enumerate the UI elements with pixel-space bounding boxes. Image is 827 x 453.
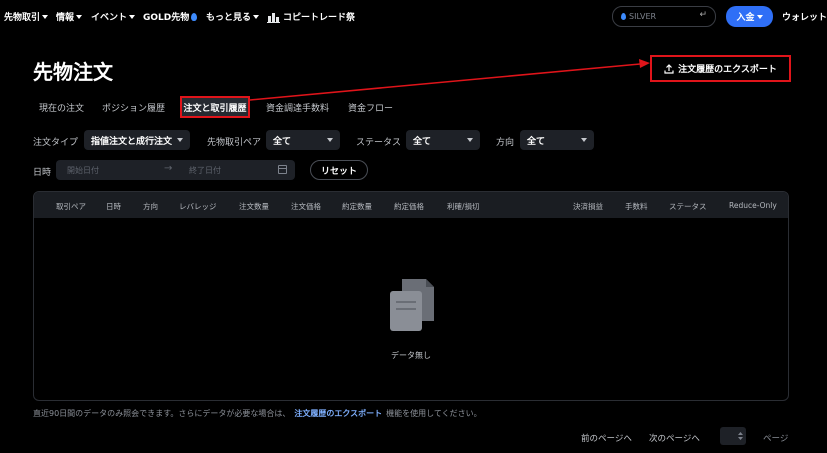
order-type-label: 注文タイプ (33, 138, 79, 148)
date-label: 日時 (33, 168, 52, 178)
nav-gold-label: GOLD先物 (143, 13, 190, 23)
direction-value: 全て (527, 136, 546, 147)
end-date-input[interactable]: 終了日付 (189, 165, 221, 176)
enter-icon: ↵ (699, 10, 707, 20)
tab-position-history[interactable]: ポジション履歴 (102, 101, 165, 114)
search-placeholder: SILVER (629, 12, 657, 21)
tab-order-trade-history[interactable]: 注文と取引履歴 (180, 96, 250, 118)
chevron-down-icon (581, 138, 587, 142)
column-header: ステータス (669, 202, 707, 211)
chevron-down-icon (76, 14, 83, 19)
nav-more-label: もっと見る (206, 13, 252, 23)
column-header: Reduce-Only (729, 201, 777, 210)
tab-funding-fees[interactable]: 資金調達手数料 (266, 101, 329, 114)
nav-info-label: 情報 (56, 13, 75, 23)
export-order-history-button[interactable]: 注文履歴のエクスポート (650, 55, 791, 82)
column-header: 約定価格 (394, 202, 424, 211)
chevron-down-icon (327, 138, 333, 142)
trophy-icon (267, 12, 280, 23)
chevron-down-icon (253, 14, 260, 19)
pair-value: 全て (273, 136, 292, 147)
order-type-select[interactable]: 指値注文と成行注文 (84, 130, 190, 150)
column-header: 日時 (106, 202, 121, 211)
nav-copy-trade-festival[interactable]: コピートレード祭 (267, 10, 355, 23)
date-range-picker[interactable]: 開始日付 → 終了日付 (56, 160, 295, 180)
upload-icon (664, 63, 674, 74)
status-label: ステータス (356, 138, 402, 148)
search-input[interactable]: SILVER ↵ (612, 6, 716, 27)
nav-futures[interactable]: 先物取引 (4, 10, 49, 23)
tab-fund-flow[interactable]: 資金フロー (348, 101, 393, 114)
empty-data-icon (390, 279, 434, 331)
top-navigation: 先物取引 情報 イベント GOLD先物 もっと見る コピートレード祭 SILVE… (0, 0, 827, 33)
nav-copy-trade-label: コピートレード祭 (283, 13, 356, 23)
droplet-icon (621, 13, 626, 20)
column-header: 利確/損切 (447, 202, 480, 211)
column-header: 約定数量 (342, 202, 372, 211)
nav-more[interactable]: もっと見る (206, 10, 260, 23)
column-header: 取引ペア (56, 202, 86, 211)
page-unit-label: ページ (763, 434, 789, 444)
column-header: 方向 (143, 202, 158, 211)
reset-button[interactable]: リセット (310, 160, 368, 180)
history-notice: 直近90日間のデータのみ照会できます。さらにデータが必要な場合は、 注文履歴のエク… (33, 408, 482, 419)
order-type-value: 指値注文と成行注文 (91, 136, 173, 147)
start-date-input[interactable]: 開始日付 (67, 165, 99, 176)
chevron-down-icon (756, 14, 763, 19)
status-value: 全て (413, 136, 432, 147)
column-header: レバレッジ (179, 202, 217, 211)
column-header: 注文数量 (239, 202, 269, 211)
chevron-down-icon (467, 138, 473, 142)
deposit-label: 入金 (736, 13, 755, 23)
nav-gold-futures[interactable]: GOLD先物 (143, 10, 198, 23)
orders-table: 取引ペア 日時 方向 レバレッジ 注文数量 注文価格 約定数量 約定価格 利確/… (33, 191, 789, 401)
stepper-icon[interactable] (738, 431, 743, 441)
wallet-link[interactable]: ウォレット (782, 10, 827, 23)
direction-select[interactable]: 全て (520, 130, 594, 150)
nav-futures-label: 先物取引 (4, 13, 41, 23)
notice-text-end: 機能を使用してください。 (386, 409, 482, 418)
arrow-right-icon: → (164, 163, 173, 174)
pair-label: 先物取引ペア (207, 138, 262, 148)
nav-events-label: イベント (91, 13, 128, 23)
chevron-down-icon (42, 14, 49, 19)
chevron-down-icon (129, 14, 136, 19)
column-header: 注文価格 (291, 202, 321, 211)
pair-select[interactable]: 全て (266, 130, 340, 150)
calendar-icon[interactable] (278, 165, 287, 174)
export-label: 注文履歴のエクスポート (678, 65, 777, 75)
chevron-down-icon (177, 138, 183, 142)
page-title: 先物注文 (33, 60, 113, 84)
droplet-icon (191, 12, 198, 21)
status-select[interactable]: 全て (406, 130, 480, 150)
nav-info[interactable]: 情報 (56, 10, 83, 23)
nav-events[interactable]: イベント (91, 10, 136, 23)
column-header: 手数料 (625, 202, 648, 211)
next-page-button[interactable]: 次のページへ (649, 432, 700, 444)
direction-label: 方向 (496, 138, 515, 148)
notice-text: 直近90日間のデータのみ照会できます。さらにデータが必要な場合は、 (33, 409, 291, 418)
table-header: 取引ペア 日時 方向 レバレッジ 注文数量 注文価格 約定数量 約定価格 利確/… (34, 192, 788, 218)
page-number-input[interactable] (720, 427, 746, 445)
export-history-link[interactable]: 注文履歴のエクスポート (294, 409, 382, 418)
prev-page-button[interactable]: 前のページへ (581, 432, 632, 444)
empty-state-text: データ無し (391, 351, 431, 360)
column-header: 決済損益 (573, 202, 603, 211)
deposit-button[interactable]: 入金 (726, 6, 773, 27)
tab-open-orders[interactable]: 現在の注文 (39, 101, 84, 114)
